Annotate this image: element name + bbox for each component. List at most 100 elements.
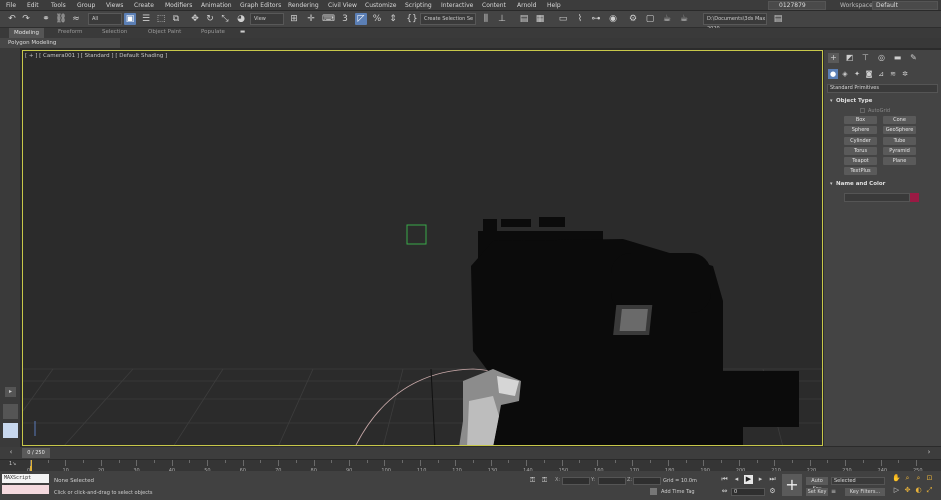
- object-type-rollout-header[interactable]: Object Type: [827, 97, 938, 106]
- rendered-frame-window-icon[interactable]: ▢: [644, 13, 656, 25]
- select-by-name-icon[interactable]: ☰: [140, 13, 152, 25]
- curve-editor-icon[interactable]: ⌇: [574, 13, 586, 25]
- motion-tab-icon[interactable]: ◎: [876, 53, 887, 63]
- name-color-rollout-header[interactable]: Name and Color: [827, 180, 938, 189]
- dolly-icon[interactable]: ◐: [914, 486, 923, 495]
- set-key-big-icon[interactable]: +: [782, 474, 802, 496]
- pyramid-button[interactable]: Pyramid: [883, 147, 916, 155]
- hierarchy-tab-icon[interactable]: ⊤: [860, 53, 871, 63]
- align-icon[interactable]: ⊥: [496, 13, 508, 25]
- geometry-icon[interactable]: ●: [828, 69, 838, 79]
- workspace-dropdown[interactable]: Default: [872, 1, 938, 10]
- select-object-icon[interactable]: ▣: [124, 13, 136, 25]
- edit-named-selection-icon[interactable]: {}: [406, 13, 418, 25]
- redo-icon[interactable]: ↷: [20, 13, 32, 25]
- menu-help[interactable]: Help: [547, 2, 561, 9]
- key-filter-icon[interactable]: ≡: [831, 488, 841, 496]
- key-selection-dropdown[interactable]: Selected: [831, 477, 885, 485]
- sphere-button[interactable]: Sphere: [844, 126, 877, 134]
- previous-frame-icon[interactable]: ◂: [732, 475, 741, 484]
- display-tab-icon[interactable]: ▬: [892, 53, 903, 63]
- menu-graph-editors[interactable]: Graph Editors: [240, 2, 281, 9]
- menu-customize[interactable]: Customize: [365, 2, 397, 9]
- key-filters-button[interactable]: Key Filters...: [845, 488, 885, 496]
- current-frame-field[interactable]: 0: [731, 488, 765, 496]
- graphite-toolbar-icon[interactable]: ▭: [557, 13, 569, 25]
- time-slider-thumb[interactable]: 0 / 250: [22, 448, 50, 458]
- lights-icon[interactable]: ✦: [852, 69, 862, 79]
- menu-scripting[interactable]: Scripting: [405, 2, 432, 9]
- scene-explorer-icon[interactable]: ▤: [518, 13, 530, 25]
- torus-button[interactable]: Torus: [844, 147, 877, 155]
- project-folder-icon[interactable]: ▤: [772, 13, 784, 25]
- ribbon-options-icon[interactable]: ▬: [240, 29, 245, 35]
- next-frame-icon[interactable]: ▸: [756, 475, 765, 484]
- snaps-toggle-icon[interactable]: 3: [339, 13, 351, 25]
- add-time-tag-button[interactable]: Add Time Tag: [661, 489, 695, 495]
- go-to-start-icon[interactable]: ⏮: [720, 475, 729, 484]
- time-configuration-icon[interactable]: ⚙: [768, 487, 777, 496]
- track-bar[interactable]: 1↘ 0102030405060708090100110120130140150…: [0, 459, 941, 474]
- menu-modifiers[interactable]: Modifiers: [165, 2, 192, 9]
- material-editor-icon[interactable]: ◉: [607, 13, 619, 25]
- helpers-icon[interactable]: ⊿: [876, 69, 886, 79]
- menu-edit[interactable]: Edit: [27, 2, 39, 9]
- expand-arrow-icon[interactable]: ▸: [5, 387, 16, 397]
- layout-thumbnail-2[interactable]: [3, 423, 18, 438]
- render-production-icon[interactable]: ☕: [661, 13, 673, 25]
- time-slider-prev-icon[interactable]: ‹: [2, 448, 20, 458]
- angle-snap-icon[interactable]: ◸: [355, 13, 367, 25]
- systems-icon[interactable]: ✲: [900, 69, 910, 79]
- layer-explorer-icon[interactable]: ▦: [534, 13, 546, 25]
- zoom-icon[interactable]: ⌕: [903, 474, 912, 483]
- render-setup-icon[interactable]: ⚙: [627, 13, 639, 25]
- reference-coordinate-dropdown[interactable]: View: [250, 13, 284, 25]
- pan-view-icon[interactable]: ✋: [892, 474, 901, 483]
- keyboard-shortcut-icon[interactable]: ⌨: [322, 13, 335, 25]
- textplus-button[interactable]: TextPlus: [844, 167, 877, 175]
- ribbon-tab-populate[interactable]: Populate: [201, 29, 225, 35]
- autogrid-checkbox[interactable]: AutoGrid: [860, 108, 890, 114]
- create-tab-icon[interactable]: +: [828, 53, 839, 63]
- percent-snap-icon[interactable]: %: [371, 13, 383, 25]
- plane-button[interactable]: Plane: [883, 157, 916, 165]
- modify-tab-icon[interactable]: ◩: [844, 53, 855, 63]
- play-icon[interactable]: ▶: [744, 475, 753, 484]
- tube-button[interactable]: Tube: [883, 137, 916, 145]
- move-icon[interactable]: ✥: [189, 13, 201, 25]
- scale-icon[interactable]: ⤡: [219, 13, 231, 25]
- project-folder-dropdown[interactable]: D:\Documents\3ds Max 2020: [703, 13, 767, 32]
- auto-key-button[interactable]: Auto Key: [806, 477, 828, 492]
- y-coordinate-field[interactable]: [598, 477, 626, 485]
- camera-viewport[interactable]: [ + ] [ Camera001 ] [ Standard ] [ Defau…: [22, 50, 823, 446]
- link-icon[interactable]: ⚭: [40, 13, 52, 25]
- select-manipulate-icon[interactable]: ✛: [305, 13, 317, 25]
- pivot-center-icon[interactable]: ⊞: [288, 13, 300, 25]
- menu-group[interactable]: Group: [77, 2, 95, 9]
- go-to-end-icon[interactable]: ⏭: [768, 475, 777, 484]
- isolate-selection-icon[interactable]: ⚿: [528, 476, 537, 485]
- utilities-tab-icon[interactable]: ✎: [908, 53, 919, 63]
- unlink-icon[interactable]: ⛓: [55, 13, 67, 25]
- field-of-view-icon[interactable]: ▷: [892, 486, 901, 495]
- undo-icon[interactable]: ↶: [6, 13, 18, 25]
- menu-arnold[interactable]: Arnold: [517, 2, 536, 9]
- maxscript-output[interactable]: [2, 485, 49, 494]
- layout-thumbnail-1[interactable]: [3, 404, 18, 419]
- menu-civil-view[interactable]: Civil View: [328, 2, 357, 9]
- bind-space-warp-icon[interactable]: ≈: [70, 13, 82, 25]
- cone-button[interactable]: Cone: [883, 116, 916, 124]
- ribbon-tab-modeling[interactable]: Modeling: [9, 28, 45, 38]
- object-name-field[interactable]: [844, 193, 910, 202]
- menu-animation[interactable]: Animation: [201, 2, 232, 9]
- time-slider-next-icon[interactable]: ›: [923, 448, 935, 458]
- space-warps-icon[interactable]: ≋: [888, 69, 898, 79]
- box-button[interactable]: Box: [844, 116, 877, 124]
- geosphere-button[interactable]: GeoSphere: [883, 126, 916, 134]
- menu-tools[interactable]: Tools: [51, 2, 66, 9]
- menu-content[interactable]: Content: [482, 2, 506, 9]
- shapes-icon[interactable]: ◈: [840, 69, 850, 79]
- rectangular-selection-icon[interactable]: ⬚: [155, 13, 167, 25]
- time-tag-icon[interactable]: [650, 488, 657, 495]
- render-iterative-icon[interactable]: ☕: [678, 13, 690, 25]
